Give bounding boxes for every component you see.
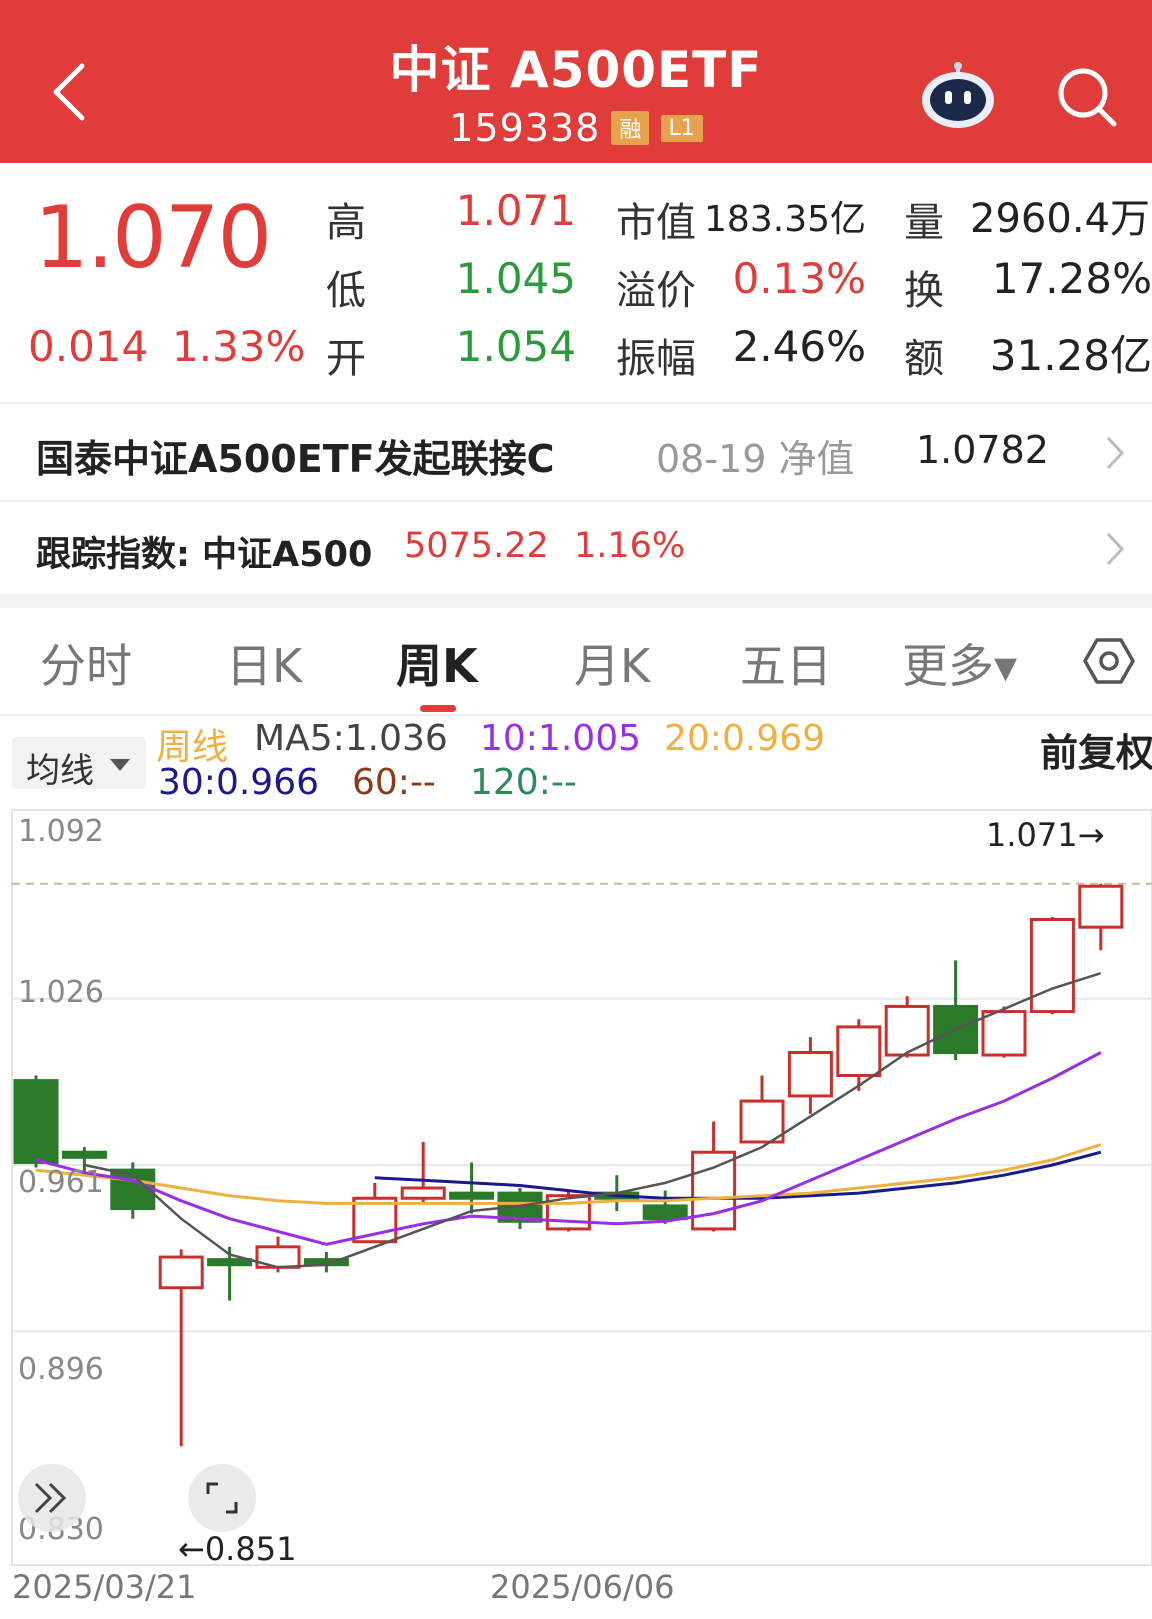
fullscreen-button[interactable] (188, 1464, 256, 1532)
ma30-value: 30:0.966 (158, 762, 319, 803)
candle (1029, 916, 1075, 1015)
premium-label: 溢价 (616, 268, 696, 314)
ma5-value: MA5:1.036 (254, 718, 448, 759)
caret-down-icon (110, 759, 130, 771)
candle-body (1029, 918, 1075, 1014)
chevron-right-icon (1106, 532, 1125, 566)
ma20-value: 20:0.969 (664, 718, 825, 759)
open-value: 1.054 (455, 322, 576, 371)
tracking-index-value: 5075.22 (404, 526, 549, 566)
candle-body (158, 1255, 204, 1290)
candle-body (642, 1204, 688, 1221)
ma60-value: 60:-- (352, 762, 436, 803)
tracking-index-pct: 1.16% (574, 526, 686, 566)
candle (13, 1075, 59, 1168)
candle (739, 1075, 785, 1144)
tracking-index-label: 跟踪指数: 中证A500 (36, 535, 373, 575)
candle-body (449, 1191, 495, 1200)
y-tick-label: 0.896 (18, 1352, 104, 1387)
kline-chart[interactable] (0, 800, 1152, 1580)
margin-badge: 融 (611, 111, 650, 145)
volume-value: 2960.4万 (970, 196, 1150, 242)
tab-intraday[interactable]: 分时 (40, 630, 132, 696)
amplitude-value: 2.46% (732, 322, 866, 371)
ma-selector-label: 均线 (26, 751, 94, 791)
active-tab-indicator (420, 705, 456, 712)
candle (400, 1141, 446, 1204)
tracking-index-row[interactable]: 跟踪指数: 中证A500 5075.22 1.16% (0, 502, 1152, 594)
candle (449, 1162, 495, 1214)
market-cap-value: 183.35亿 (704, 199, 866, 240)
ma120-value: 120:-- (470, 762, 577, 803)
ma30-line (374, 1150, 1102, 1200)
y-tick-label: 1.092 (18, 814, 104, 849)
high-marker: 1.071→ (986, 816, 1105, 854)
price-change: 0.014 (28, 322, 149, 371)
candle (787, 1037, 833, 1114)
candle-body (981, 1010, 1027, 1057)
nav-date-label: 08-19 净值 (656, 437, 855, 481)
candle-body (400, 1186, 446, 1200)
candle-body (836, 1025, 882, 1077)
tab-monthly-k[interactable]: 月K (574, 630, 650, 696)
amplitude-label: 振幅 (616, 336, 696, 382)
linked-fund-row[interactable]: 国泰中证A500ETF发起联接C 08-19 净值 1.0782 (0, 404, 1152, 500)
candle-body (61, 1150, 107, 1159)
low-value: 1.045 (455, 254, 576, 303)
divider (0, 714, 1152, 716)
chevron-right-icon (1106, 436, 1125, 470)
candle (303, 1251, 349, 1273)
expand-sidebar-button[interactable] (18, 1464, 86, 1532)
adjust-mode-label[interactable]: 前复权 (1040, 722, 1152, 777)
market-cap-label: 市值 (616, 200, 696, 246)
y-tick-label: 1.026 (18, 975, 104, 1010)
y-tick-label: 0.961 (18, 1165, 104, 1200)
amount-value: 31.28亿 (989, 331, 1152, 380)
search-icon[interactable] (1056, 66, 1118, 128)
last-price: 1.070 (34, 188, 272, 288)
level-badge: L1 (660, 114, 703, 142)
ai-assistant-robot-icon[interactable] (918, 58, 998, 130)
candle (933, 960, 979, 1061)
ma10-value: 10:1.005 (480, 718, 641, 759)
turnover-label: 换 (904, 268, 944, 314)
tab-weekly-k[interactable]: 周K (396, 630, 478, 696)
candle-body (1078, 884, 1124, 929)
volume-label: 量 (904, 200, 944, 246)
candle-body (207, 1258, 253, 1267)
candle-body (884, 1004, 930, 1057)
candle (836, 1019, 882, 1091)
fund-code: 159338 (449, 106, 601, 150)
high-value: 1.071 (455, 186, 576, 235)
section-divider (0, 594, 1152, 608)
ma-selector-button[interactable]: 均线 (12, 737, 146, 791)
candle-body (13, 1079, 59, 1164)
linked-fund-name: 国泰中证A500ETF发起联接C (36, 437, 555, 481)
high-label: 高 (326, 200, 366, 246)
candle-body (739, 1099, 785, 1144)
tab-more[interactable]: 更多▾ (902, 630, 1017, 696)
turnover-value: 17.28% (991, 254, 1152, 303)
nav-value: 1.0782 (916, 428, 1049, 472)
premium-value: 0.13% (732, 254, 866, 303)
candle (158, 1249, 204, 1447)
candle (1078, 883, 1124, 951)
low-label: 低 (326, 268, 366, 314)
candle-body (787, 1050, 833, 1098)
fullscreen-icon (206, 1482, 238, 1514)
settings-hexagon-icon[interactable] (1082, 634, 1136, 688)
tab-daily-k[interactable]: 日K (226, 630, 302, 696)
price-change-pct: 1.33% (172, 322, 306, 371)
x-tick-label: 2025/03/21 (12, 1568, 197, 1606)
candle (884, 996, 930, 1058)
low-marker: ←0.851 (178, 1530, 297, 1568)
x-tick-label: 2025/06/06 (490, 1568, 675, 1606)
double-chevron-right-icon (34, 1482, 67, 1514)
app-header: 中证 A500ETF 159338 融 L1 (0, 0, 1152, 163)
tab-five-day[interactable]: 五日 (740, 630, 832, 696)
open-label: 开 (326, 336, 366, 382)
amount-label: 额 (904, 336, 944, 382)
